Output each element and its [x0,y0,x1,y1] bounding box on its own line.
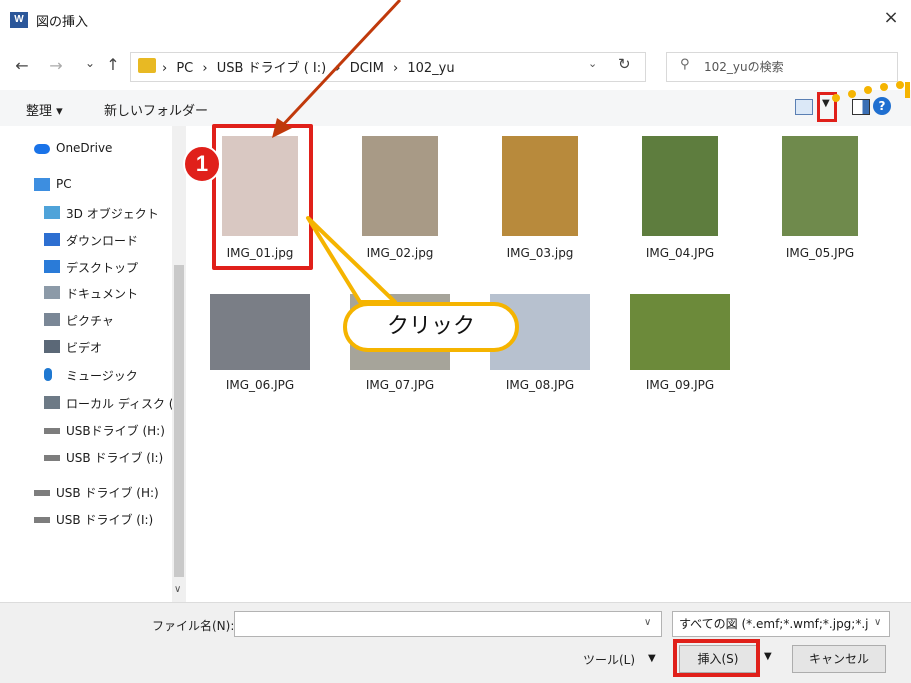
file-type-select[interactable]: すべての図 (*.emf;*.wmf;*.jpg;*.j [672,611,890,637]
dotted-guide-end [905,82,910,98]
dotted-guide-top [832,81,904,102]
step-number-badge: 1 [183,145,221,183]
filename-dropdown-icon[interactable]: ∨ [644,617,651,628]
tools-button[interactable]: ツール(L) [583,651,635,668]
pointer-arrow-line [280,0,402,128]
insert-options-dropdown-icon[interactable]: ▼ [764,651,772,662]
filename-label: ファイル名(N): [152,619,235,633]
insert-button-highlight [673,639,760,677]
callout-tail [306,216,397,304]
pointer-arrow-head [272,118,292,138]
file-type-dropdown-icon[interactable]: ∨ [874,617,881,628]
cancel-button[interactable]: キャンセル [792,645,886,673]
tools-dropdown-icon[interactable]: ▼ [648,653,656,664]
click-callout: クリック [343,302,519,352]
filename-input[interactable] [234,611,662,637]
